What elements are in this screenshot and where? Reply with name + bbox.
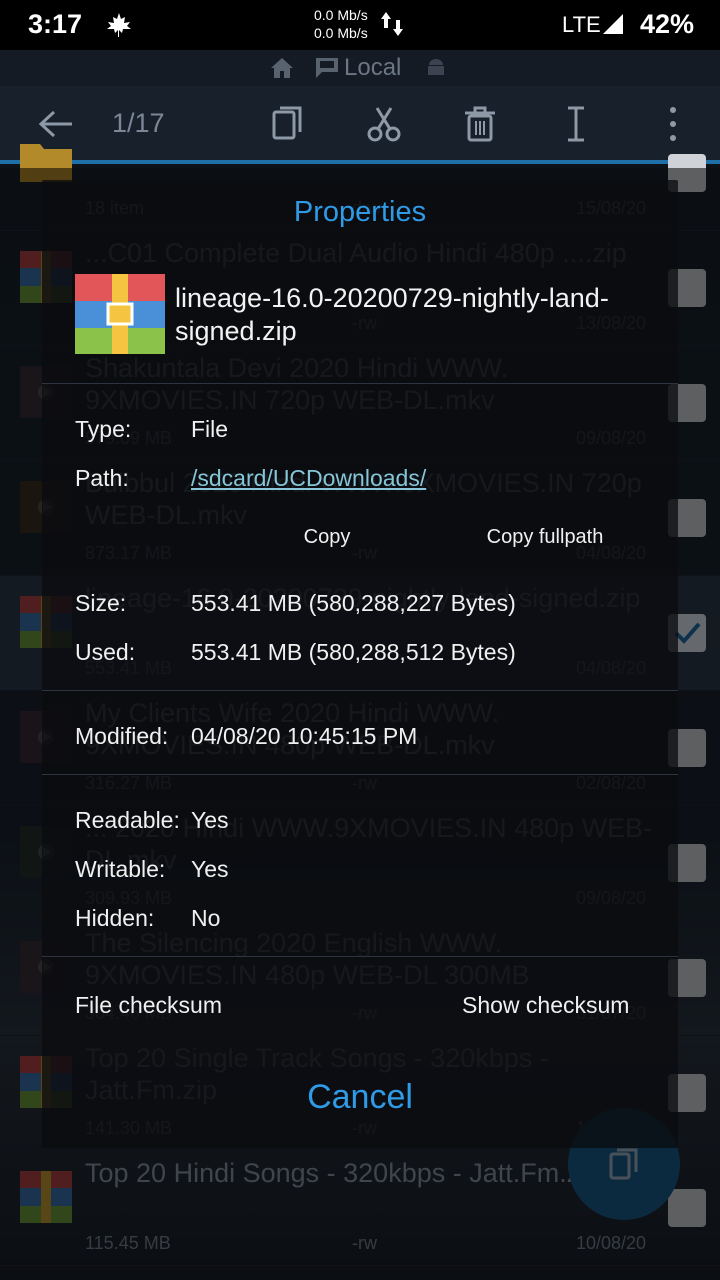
hidden-value: No <box>191 905 221 931</box>
size-label: Size: <box>75 590 127 616</box>
show-checksum-button[interactable]: Show checksum <box>462 992 629 1019</box>
divider <box>42 774 678 775</box>
divider <box>42 690 678 691</box>
writable-label: Writable: <box>75 856 166 882</box>
type-value: File <box>191 416 229 442</box>
net-down: 0.0 Mb/s <box>314 25 368 41</box>
maple-leaf-icon <box>107 13 131 37</box>
file-checksum-label: File checksum <box>75 992 222 1018</box>
android-icon[interactable] <box>424 56 448 80</box>
copy-button[interactable]: Copy <box>212 520 442 566</box>
zip-file-icon <box>75 274 165 354</box>
readable-value: Yes <box>191 807 229 833</box>
dialog-title: Properties <box>293 196 427 228</box>
status-bar: 3:17 0.0 Mb/s 0.0 Mb/s LTE 42% <box>0 0 720 50</box>
up-down-arrows-icon <box>381 12 403 36</box>
readable-label: Readable: <box>75 807 180 833</box>
location-label[interactable]: Local <box>344 54 401 82</box>
writable-value: Yes <box>191 856 229 882</box>
divider <box>42 956 678 957</box>
modified-label: Modified: <box>75 723 169 749</box>
copy-fullpath-button[interactable]: Copy fullpath <box>430 520 660 566</box>
signal-icon <box>603 14 623 34</box>
dialog-file-name: lineage-16.0-20200729-nightly-land-signe… <box>175 283 609 346</box>
modified-value: 04/08/20 10:45:15 PM <box>191 723 418 749</box>
home-icon[interactable] <box>270 56 294 80</box>
network-type: LTE <box>562 12 601 37</box>
properties-dialog: Properties lineage-16.0-20200729-nightly… <box>42 180 678 1148</box>
location-bar: Local <box>0 50 720 86</box>
network-speed: 0.0 Mb/s 0.0 Mb/s <box>314 6 368 42</box>
sd-card-icon[interactable] <box>314 56 340 80</box>
net-up: 0.0 Mb/s <box>314 7 368 23</box>
used-value: 553.41 MB (580,288,512 Bytes) <box>191 639 516 665</box>
size-value: 553.41 MB (580,288,227 Bytes) <box>191 590 516 616</box>
used-label: Used: <box>75 639 136 665</box>
battery-level: 42% <box>640 9 695 39</box>
cancel-button[interactable]: Cancel <box>42 1078 678 1117</box>
clock: 3:17 <box>28 9 83 39</box>
path-label: Path: <box>75 465 129 491</box>
divider <box>42 383 678 384</box>
type-label: Type: <box>75 416 132 442</box>
path-link[interactable]: /sdcard/UCDownloads/ <box>191 465 426 492</box>
hidden-label: Hidden: <box>75 905 155 931</box>
